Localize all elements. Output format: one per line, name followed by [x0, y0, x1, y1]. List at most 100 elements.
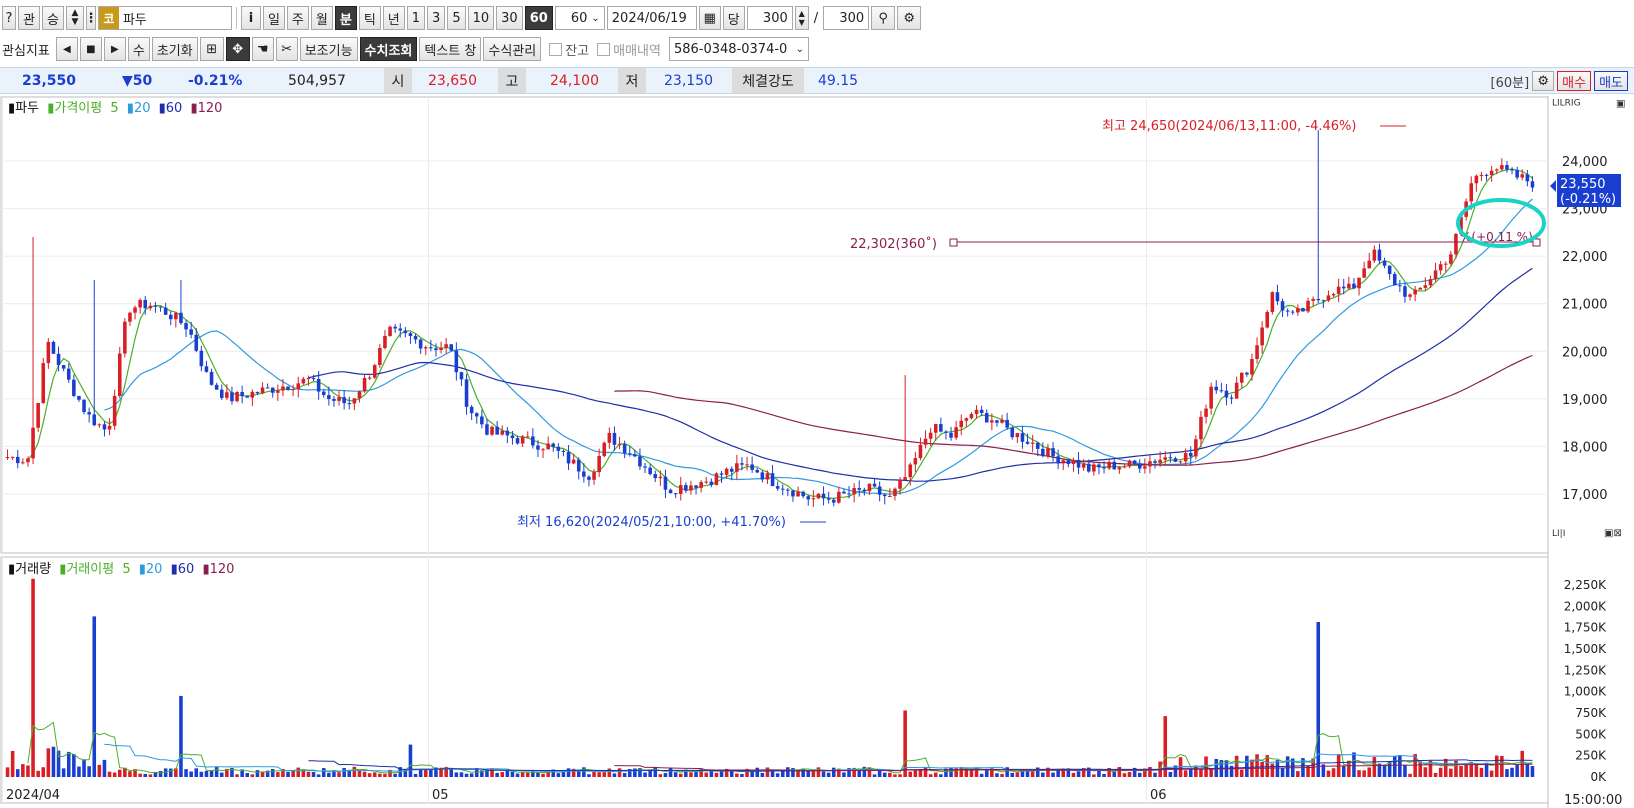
minute-60-button[interactable]: 60 [524, 6, 553, 30]
candle-body [1433, 270, 1438, 280]
date-input[interactable]: 2024/06/19 [606, 6, 697, 30]
minute-5-button[interactable]: 5 [447, 6, 466, 30]
candle-body [398, 328, 403, 331]
candle-body [1280, 301, 1285, 311]
pane-maximize-icon[interactable]: ▣ [1616, 98, 1625, 109]
tab-tick[interactable]: 틱 [358, 6, 381, 30]
menu-dots-icon[interactable]: ⋮ [84, 6, 97, 30]
account-select[interactable]: 586-0348-0374-0 ⌄ [668, 37, 809, 61]
balance-checkbox[interactable]: 잔고 [549, 40, 589, 59]
candle-body [485, 424, 489, 435]
su-button[interactable]: 수 [127, 37, 150, 61]
trade-history-checkbox[interactable]: 매매내역 [597, 40, 661, 59]
formula-manage-button[interactable]: 수식관리 [483, 37, 542, 61]
candle-body [673, 493, 678, 495]
calendar-icon[interactable]: ▦ [698, 6, 721, 30]
minute-30-button[interactable]: 30 [496, 6, 523, 30]
rise-button[interactable]: 승 [41, 6, 64, 30]
volume-bar [842, 772, 846, 777]
candle-body [418, 339, 423, 349]
tab-day[interactable]: 일 [262, 6, 285, 30]
zoom-icon[interactable]: ⚲ [871, 6, 896, 30]
minute-10-button[interactable]: 10 [467, 6, 495, 30]
pane-mode-icons-volume[interactable]: LI|I [1552, 529, 1565, 539]
crosshair-icon[interactable]: ✥ [225, 37, 250, 61]
candle-body [969, 414, 974, 419]
stop-icon[interactable]: ■ [79, 37, 102, 61]
candle-body [617, 444, 622, 446]
candle-body [913, 458, 918, 465]
volume-bar [653, 767, 658, 777]
volume-bar [1459, 766, 1463, 777]
candle-body [536, 445, 540, 450]
minute-1-button[interactable]: 1 [406, 6, 426, 30]
chart-settings-icon[interactable]: ⚙ [1532, 71, 1555, 91]
candle-body [510, 435, 515, 439]
hand-icon[interactable]: ☚ [251, 37, 274, 61]
numeric-query-button[interactable]: 수치조회 [359, 37, 418, 61]
buy-button[interactable]: 매수 [1557, 71, 1592, 91]
aux-function-button[interactable]: 보조기능 [299, 37, 358, 61]
candle-body [724, 468, 729, 475]
candle-body [638, 456, 642, 467]
count-stepper-icon[interactable]: ▲ ▼ [794, 6, 809, 30]
candle-body [1428, 279, 1433, 286]
volume-bar [949, 767, 953, 777]
tab-info[interactable]: i [240, 6, 261, 30]
interest-indicator-button[interactable]: 관심지표 [2, 37, 54, 61]
chart-title: 파두 [15, 101, 39, 116]
gear-icon[interactable]: ⚙ [897, 6, 922, 30]
candle-body [480, 416, 484, 425]
layout-icon[interactable]: ⊞ [199, 37, 224, 61]
reset-button[interactable]: 초기화 [151, 37, 198, 61]
tab-year[interactable]: 년 [382, 6, 405, 30]
candle-body [214, 384, 219, 390]
price-tick-label: 18,000 [1562, 440, 1608, 455]
pane-mode-icons[interactable]: LILRIG [1552, 99, 1581, 109]
line-handle-left[interactable] [949, 238, 958, 247]
volume-bar [939, 774, 943, 777]
text-window-button[interactable]: 텍스트 창 [419, 37, 482, 61]
candle-body [1418, 287, 1423, 290]
candle-body [469, 406, 474, 414]
tab-minute[interactable]: 분 [334, 6, 357, 30]
help-button[interactable]: ? [2, 6, 16, 30]
dang-button[interactable]: 당 [722, 6, 745, 30]
volume-bar [1239, 769, 1244, 777]
stock-chart[interactable]: 24,00023,00022,00021,00020,00019,00018,0… [0, 96, 1634, 808]
candle-body [362, 377, 367, 392]
sub-toolbar: 관심지표 ◀ ■ ▶ 수 초기화 ⊞ ✥ ☚ ✂ 보조기능 수치조회 텍스트 창… [0, 36, 1634, 62]
prev-icon[interactable]: ◀ [55, 37, 78, 61]
volume-pane-maximize-icon[interactable]: ▣⊠ [1604, 528, 1622, 539]
tab-month[interactable]: 월 [310, 6, 333, 30]
candle-body [1229, 397, 1234, 399]
candle-body [648, 467, 652, 475]
interval-select[interactable]: 60 ⌄ [554, 6, 605, 30]
candle-body [882, 494, 887, 497]
candle-body [735, 463, 739, 472]
stepper-icon[interactable]: ▲ ▼ [65, 6, 84, 30]
minute-3-button[interactable]: 3 [427, 6, 446, 30]
count-input[interactable]: 300 [746, 6, 793, 30]
volume-bar [969, 769, 974, 777]
candle-body [168, 314, 173, 320]
candle-body [1275, 292, 1280, 302]
volume-tick-label: 1,000K [1564, 685, 1607, 699]
candle-body [944, 431, 948, 433]
volume-bar [10, 750, 15, 777]
candle-body [1250, 359, 1254, 375]
candle-body [1168, 457, 1173, 459]
tab-week[interactable]: 주 [286, 6, 309, 30]
scissors-icon[interactable]: ✂ [275, 37, 298, 61]
volume-bar [1270, 763, 1275, 777]
next-icon[interactable]: ▶ [103, 37, 126, 61]
vol-legend-ma5: 5 [122, 562, 130, 577]
candle-body [740, 463, 744, 465]
candle-body [36, 403, 40, 428]
volume-bar [918, 769, 923, 777]
sell-button[interactable]: 매도 [1594, 71, 1628, 91]
interest-button[interactable]: 관 [18, 6, 40, 30]
candle-body [678, 485, 683, 494]
volume-bar [872, 774, 877, 777]
stock-search-input[interactable]: 코 파두 [97, 6, 232, 30]
